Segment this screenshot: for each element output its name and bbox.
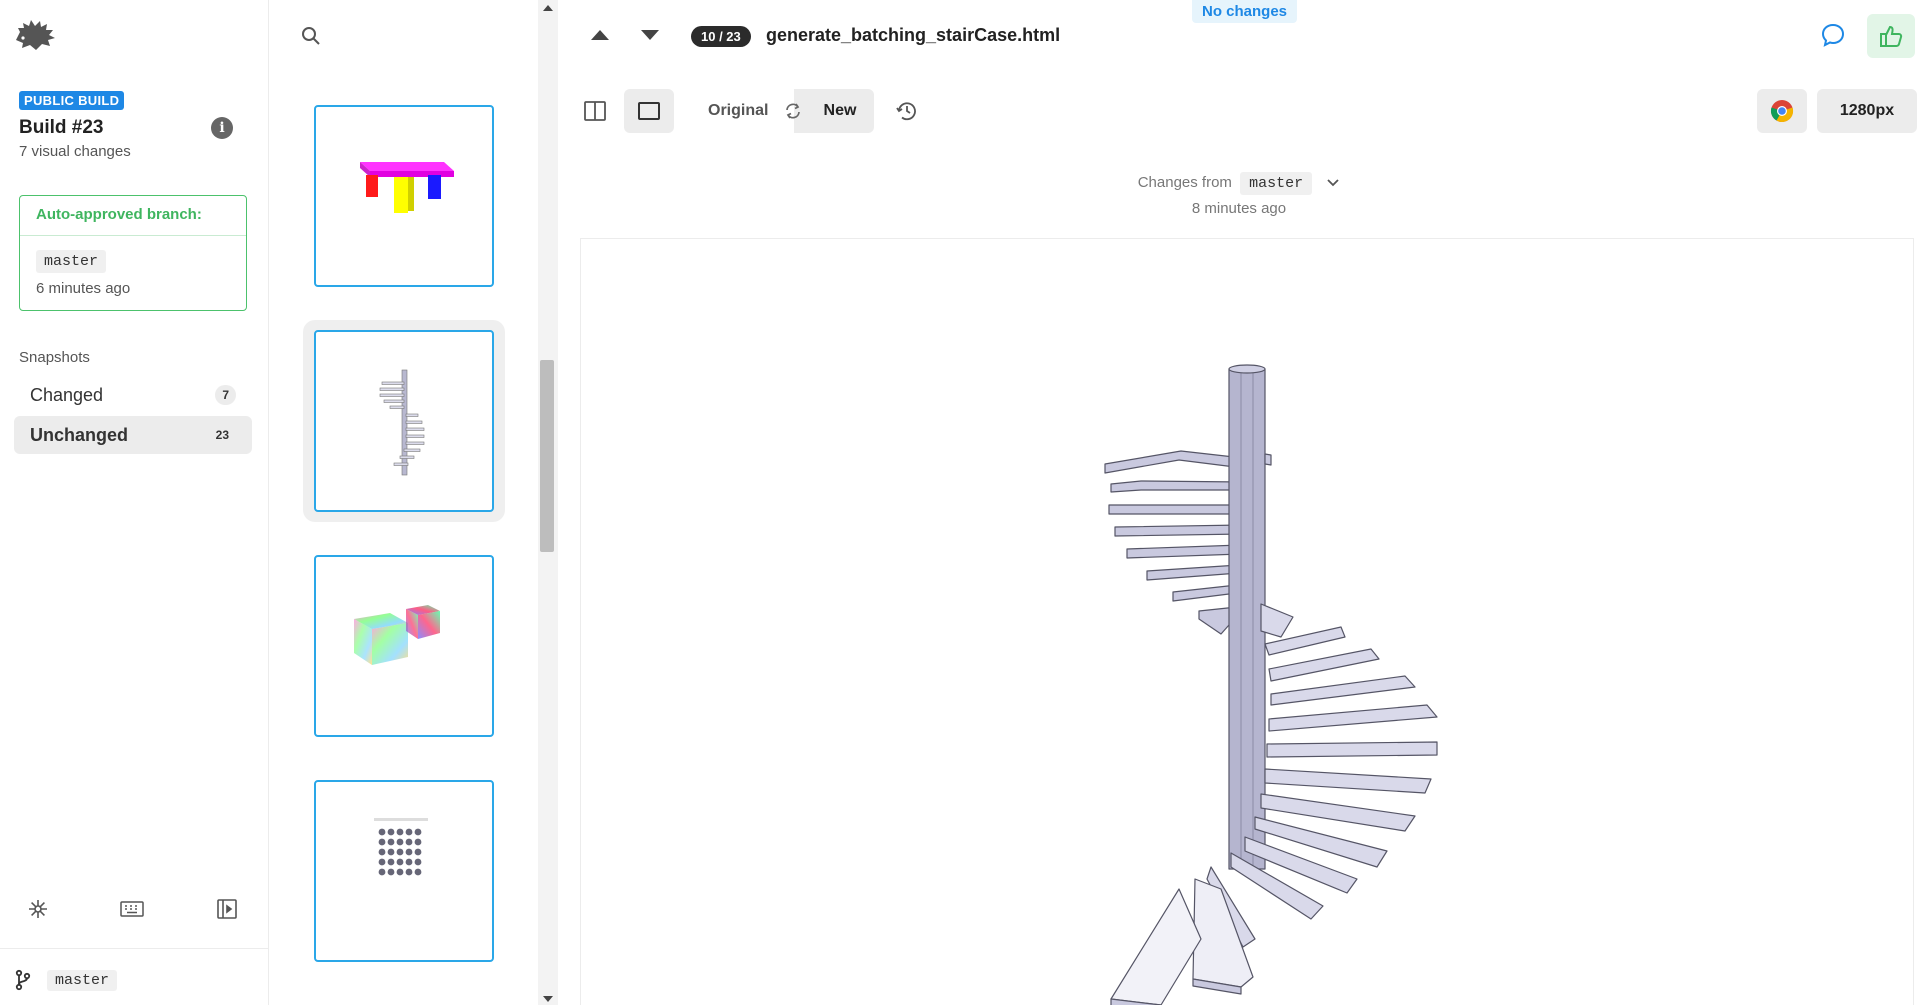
auto-approved-panel: Auto-approved branch: master 6 minutes a…	[19, 195, 247, 311]
thumbs-up-icon	[1880, 25, 1903, 47]
changes-from-label: Changes from	[1137, 174, 1232, 191]
auto-approved-heading: Auto-approved branch:	[20, 196, 246, 236]
single-view-button[interactable]	[624, 89, 674, 133]
snapshots-changed-count: 7	[215, 385, 236, 405]
settings-icon[interactable]	[26, 897, 50, 921]
split-view-icon[interactable]	[583, 99, 607, 123]
snapshot-thumbnail[interactable]	[314, 780, 494, 962]
chevron-down-icon[interactable]	[1326, 175, 1340, 192]
toggle-original[interactable]: Original	[708, 102, 768, 120]
snapshot-viewer: No changes 10 / 23 generate_batching_sta…	[558, 0, 1920, 1005]
snapshots-changed-item[interactable]: Changed 7	[14, 376, 252, 414]
next-snapshot-button[interactable]	[641, 30, 659, 40]
changes-time: 8 minutes ago	[1191, 200, 1287, 217]
thumbnail-scrollbar-thumb[interactable]	[540, 360, 554, 552]
spiral-staircase-render	[1104, 364, 1438, 1005]
snapshot-image	[580, 238, 1914, 1005]
public-build-badge: PUBLIC BUILD	[19, 91, 125, 110]
keyboard-icon[interactable]	[120, 897, 144, 921]
git-branch-icon	[14, 969, 34, 991]
snapshots-changed-label: Changed	[30, 384, 104, 405]
scroll-up-arrow-icon[interactable]	[543, 5, 553, 11]
snapshot-thumbnail[interactable]	[314, 105, 494, 287]
info-icon[interactable]: i	[211, 117, 233, 139]
comment-icon[interactable]	[1820, 22, 1846, 53]
changes-from-row: Changes from master	[558, 172, 1920, 195]
no-changes-status-tab: No changes	[1192, 0, 1298, 23]
current-branch[interactable]: master	[47, 970, 118, 991]
snapshots-unchanged-count: 23	[215, 428, 229, 442]
build-title: Build #23	[19, 117, 104, 138]
snapshot-thumbnail-selected[interactable]	[314, 330, 494, 512]
viewport-width-button[interactable]: 1280px	[1817, 89, 1917, 133]
snapshots-label: Snapshots	[19, 349, 90, 366]
collapse-sidebar-icon[interactable]	[215, 897, 239, 921]
snapshots-unchanged-label: Unchanged	[30, 424, 129, 445]
auto-approved-time: 6 minutes ago	[36, 280, 131, 297]
snapshot-counter: 10 / 23	[691, 26, 751, 47]
approve-button[interactable]	[1867, 14, 1915, 58]
snapshot-file-name: generate_batching_stairCase.html	[766, 25, 1061, 45]
sidebar-footer-divider	[0, 948, 269, 949]
toggle-new[interactable]: New	[794, 89, 874, 133]
snapshot-thumbnail-list[interactable]	[270, 0, 558, 1005]
history-icon[interactable]	[895, 99, 919, 128]
hedgehog-logo-icon[interactable]	[14, 18, 56, 54]
snapshot-thumbnail[interactable]	[314, 555, 494, 737]
changes-from-branch[interactable]: master	[1240, 172, 1313, 195]
browser-button[interactable]	[1757, 89, 1807, 133]
chrome-icon	[1770, 100, 1794, 123]
build-summary: 7 visual changes	[19, 143, 131, 160]
search-icon[interactable]	[300, 25, 322, 52]
snapshots-unchanged-item[interactable]: Unchanged 23	[14, 416, 252, 454]
single-view-icon	[638, 102, 660, 120]
sidebar: PUBLIC BUILD Build #23 7 visual changes …	[0, 0, 269, 1005]
previous-snapshot-button[interactable]	[591, 30, 609, 40]
scroll-down-arrow-icon[interactable]	[543, 996, 553, 1002]
auto-approved-branch: master	[36, 250, 107, 273]
swap-icon[interactable]	[784, 102, 802, 125]
